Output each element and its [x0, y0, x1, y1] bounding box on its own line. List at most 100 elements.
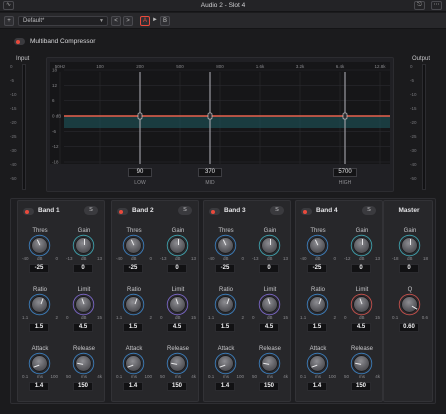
band-power-toggle[interactable] [117, 208, 128, 215]
compare-a-button[interactable]: A [140, 16, 150, 26]
knob-control[interactable] [309, 296, 326, 313]
scale-min: -12 [344, 256, 351, 261]
knob-pointer [266, 298, 271, 305]
frequency-response-graph[interactable]: 50Hz 100 200 500 800 1.6k 3.2k 6.4k 12.8k 18 12 6 0 … [50, 62, 390, 165]
value-field[interactable]: -25 [29, 264, 49, 273]
band-solo-button[interactable]: S [84, 206, 98, 215]
control-label: Attack [31, 346, 49, 352]
value-field[interactable]: 4.5 [167, 323, 187, 332]
value-field[interactable]: 1.5 [307, 323, 327, 332]
value-field[interactable]: 1.4 [215, 382, 235, 391]
value-field[interactable]: 150 [351, 382, 371, 391]
value-field[interactable]: 150 [73, 382, 93, 391]
knob-control[interactable] [217, 296, 234, 313]
control-label: Gain [77, 228, 91, 234]
knob-control[interactable] [169, 237, 186, 254]
meter-tick-label: -30 [10, 148, 17, 153]
next-preset-button[interactable]: > [123, 16, 133, 26]
control-label: Ratio [126, 287, 141, 293]
knob-pointer [226, 298, 230, 305]
module-power-toggle[interactable] [14, 38, 25, 45]
value-field[interactable]: -25 [215, 264, 235, 273]
knob-control[interactable] [31, 296, 48, 313]
value-field[interactable]: 4.5 [259, 323, 279, 332]
crossover-frequency-input[interactable]: 5700 [333, 168, 357, 177]
add-preset-button[interactable]: + [4, 16, 14, 26]
knob-pointer [269, 239, 271, 245]
crossover-handle[interactable] [342, 112, 348, 120]
knob-control[interactable] [75, 237, 92, 254]
meter-tick-label: -40 [410, 162, 417, 167]
value-field[interactable]: 1.5 [123, 323, 143, 332]
value-field[interactable]: 1.4 [123, 382, 143, 391]
knob-control[interactable] [31, 355, 48, 372]
crossover-frequency-input[interactable]: 370 [198, 168, 222, 177]
knob-control[interactable] [401, 237, 418, 254]
knob-control[interactable] [125, 237, 142, 254]
scale-min: 50 [252, 374, 258, 379]
band-solo-button[interactable]: S [362, 206, 376, 215]
value-field[interactable]: 150 [259, 382, 279, 391]
knob-control[interactable] [261, 355, 278, 372]
compare-b-button[interactable]: B [160, 16, 170, 26]
bypass-icon[interactable]: ⎋ [414, 1, 425, 10]
knob-control[interactable] [217, 355, 234, 372]
scale-min: -13 [160, 256, 167, 261]
scale-min: 0.1 [208, 374, 215, 379]
value-field[interactable]: 1.5 [215, 323, 235, 332]
value-field[interactable]: 0 [259, 264, 279, 273]
knob-control[interactable] [217, 237, 234, 254]
scale-unit: dB [407, 256, 413, 261]
knob-pointer [361, 239, 363, 245]
value-field[interactable]: 1.5 [29, 323, 49, 332]
meter-tick-label: -10 [410, 92, 417, 97]
band-power-toggle[interactable] [23, 208, 34, 215]
knob-control[interactable] [261, 296, 278, 313]
value-field[interactable]: 0 [351, 264, 371, 273]
copy-arrow-button[interactable]: ► [151, 16, 159, 26]
knob-control[interactable] [353, 296, 370, 313]
value-field[interactable]: 1.4 [29, 382, 49, 391]
scale-min: 1.1 [116, 315, 123, 320]
value-field[interactable]: 4.5 [73, 323, 93, 332]
value-field[interactable]: -25 [123, 264, 143, 273]
band-solo-button[interactable]: S [270, 206, 284, 215]
band-power-toggle[interactable] [301, 208, 312, 215]
preset-dropdown[interactable]: Default* ▼ [18, 16, 108, 26]
knob-control[interactable] [353, 355, 370, 372]
value-field[interactable]: 0 [73, 264, 93, 273]
previous-preset-button[interactable]: < [111, 16, 121, 26]
scale-unit: ms [223, 374, 229, 379]
knob-control[interactable] [31, 237, 48, 254]
knob-control[interactable] [169, 355, 186, 372]
crossover-handle[interactable] [137, 112, 143, 120]
knob-control[interactable] [309, 237, 326, 254]
crossover-handle[interactable] [207, 112, 213, 120]
value-field[interactable]: 0 [167, 264, 187, 273]
value-field[interactable]: 150 [167, 382, 187, 391]
scale-unit: dB [315, 256, 321, 261]
crossover-frequency-input[interactable]: 90 [128, 168, 152, 177]
scale-max: 0 [333, 256, 336, 261]
band-power-toggle[interactable] [209, 208, 220, 215]
knob-control[interactable] [75, 355, 92, 372]
band-solo-button[interactable]: S [178, 206, 192, 215]
more-options-icon[interactable]: ⋯ [431, 1, 442, 10]
knob-control[interactable] [75, 296, 92, 313]
value-field[interactable]: 1.4 [307, 382, 327, 391]
knob-control[interactable] [353, 237, 370, 254]
knob-control[interactable] [309, 355, 326, 372]
knob-control[interactable] [125, 355, 142, 372]
band-name: Band 2 [132, 207, 154, 214]
scale-min: -40 [208, 256, 215, 261]
knob-control[interactable] [261, 237, 278, 254]
value-field[interactable]: -25 [307, 264, 327, 273]
knob-control[interactable] [401, 296, 418, 313]
value-field[interactable]: 0.60 [399, 323, 419, 332]
knob-control[interactable] [125, 296, 142, 313]
knob-control[interactable] [169, 296, 186, 313]
value-field[interactable]: 0 [399, 264, 419, 273]
scale-unit: dB [267, 315, 273, 320]
freq-tick-label: 800 [216, 64, 224, 69]
value-field[interactable]: 4.5 [351, 323, 371, 332]
